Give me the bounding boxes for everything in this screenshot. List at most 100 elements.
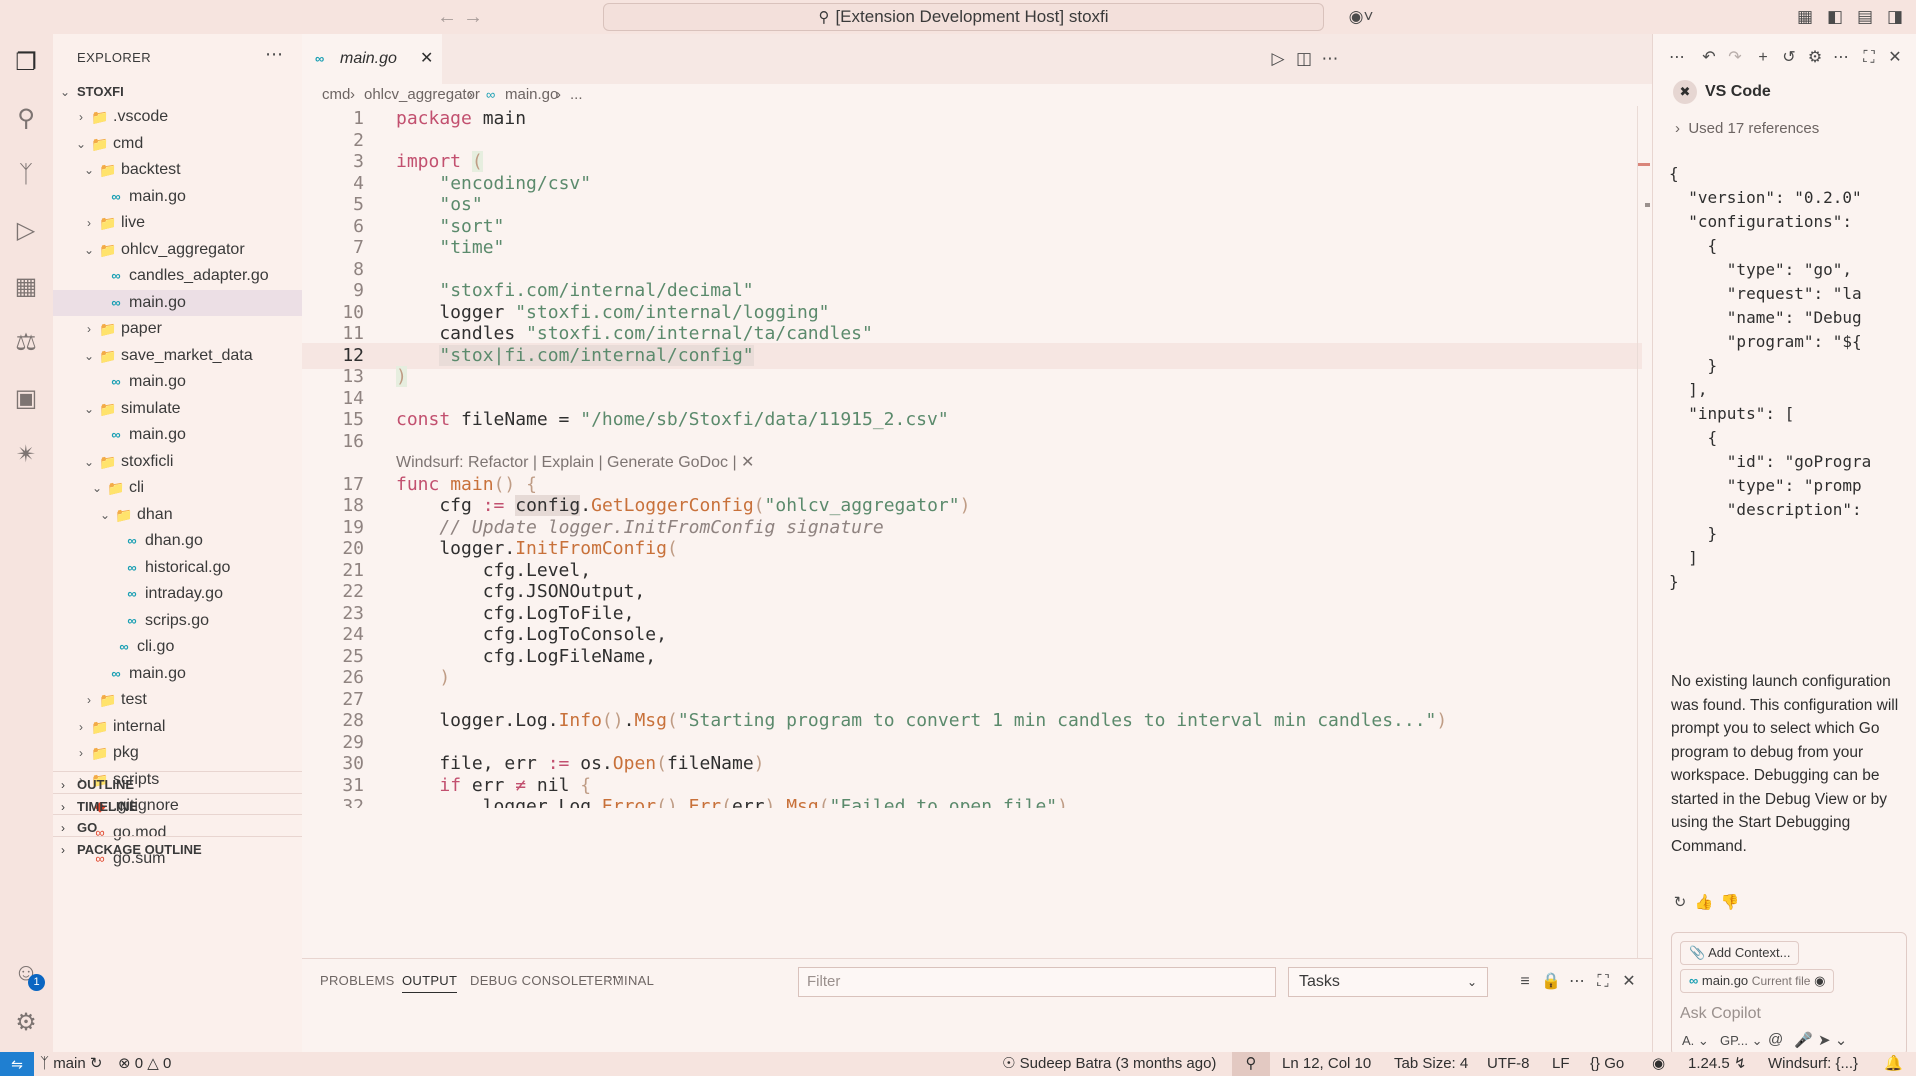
arrow-left-icon[interactable]: ← xyxy=(434,3,460,31)
testing-icon[interactable]: ⚖ xyxy=(7,324,45,362)
tree-file[interactable]: ∞ main.go xyxy=(53,422,302,448)
gear-icon[interactable]: ⚙ xyxy=(7,1004,45,1042)
tree-file[interactable]: ∞ main.go xyxy=(53,184,302,210)
breadcrumb-item[interactable]: ... xyxy=(570,84,583,106)
tree-folder[interactable]: ⌄ 📁 simulate xyxy=(53,396,302,422)
tree-file[interactable]: ∞ main.go xyxy=(53,289,302,316)
breadcrumb-item[interactable]: cmd xyxy=(322,84,350,106)
zoom-icon[interactable]: ⚲ xyxy=(1232,1052,1270,1076)
tree-file[interactable]: ∞ intraday.go xyxy=(53,581,302,607)
tree-folder[interactable]: ⌄ 📁 save_market_data xyxy=(53,343,302,369)
microphone-icon[interactable]: 🎤 xyxy=(1794,1031,1813,1049)
chat-input-box[interactable]: 📎 Add Context... ∞ main.go Current file … xyxy=(1671,932,1907,1052)
tab-main-go[interactable]: ∞ main.go ✕ xyxy=(302,34,442,84)
customize-layout-icon[interactable]: ▦ xyxy=(1792,4,1818,30)
tree-file[interactable]: ∞ dhan.go xyxy=(53,528,302,554)
thumbs-up-icon[interactable]: 👍 xyxy=(1693,892,1715,914)
maximize-panel-icon[interactable]: ⛶ xyxy=(1590,969,1616,995)
git-blame[interactable]: ☉ Sudeep Batra (3 months ago) xyxy=(1002,1052,1216,1076)
thumbs-down-icon[interactable]: 👎 xyxy=(1719,892,1741,914)
tree-folder[interactable]: › 📁 live xyxy=(53,210,302,236)
output-channel-select[interactable]: Tasks ⌄ xyxy=(1288,967,1488,997)
problems-indicator[interactable]: ⊗ 0 △ 0 xyxy=(118,1052,171,1076)
more-actions-icon[interactable]: ⋯ xyxy=(1317,46,1343,72)
history-icon[interactable]: ↺ xyxy=(1777,46,1801,70)
go-version[interactable]: 1.24.5 ↯ xyxy=(1688,1052,1746,1076)
windsurf-status[interactable]: Windsurf: {...} xyxy=(1768,1052,1858,1076)
undo-icon[interactable]: ↶ xyxy=(1697,46,1721,70)
sync-icon[interactable]: ↻ xyxy=(90,1055,103,1072)
encoding[interactable]: UTF-8 xyxy=(1487,1052,1530,1076)
source-control-icon[interactable]: ᛉ xyxy=(7,156,45,194)
explorer-icon[interactable]: ❐ xyxy=(7,44,45,82)
mode-picker[interactable]: A. ⌄ xyxy=(1682,1033,1709,1049)
branch-indicator[interactable]: ᛉ main ↻ xyxy=(40,1052,102,1076)
tree-folder[interactable]: › 📁 paper xyxy=(53,316,302,342)
more-actions-icon[interactable]: ⋯ xyxy=(265,44,283,65)
add-context-button[interactable]: 📎 Add Context... xyxy=(1680,941,1800,965)
eye-icon[interactable]: ◉ xyxy=(1814,973,1825,988)
scrollbar-track[interactable] xyxy=(1637,106,1638,958)
tree-root[interactable]: ⌄ STOXFI xyxy=(53,79,302,105)
tree-file[interactable]: ∞ cli.go xyxy=(53,634,302,660)
tree-file[interactable]: ∞ scrips.go xyxy=(53,608,302,634)
toggle-sidebar-icon[interactable]: ◧ xyxy=(1822,4,1848,30)
code-editor[interactable]: 1 package main 2 3 import ( 4 "encoding/cs… xyxy=(302,106,1652,958)
sidebar-section[interactable]: › PACKAGE OUTLINE xyxy=(53,835,302,862)
more-actions-icon[interactable]: ⋯ xyxy=(1829,46,1853,70)
tree-file[interactable]: ∞ main.go xyxy=(53,661,302,687)
tree-folder[interactable]: ⌄ 📁 backtest xyxy=(53,157,302,183)
scrollbar-thumb[interactable] xyxy=(1645,203,1650,207)
bell-icon[interactable]: 🔔 xyxy=(1884,1052,1903,1076)
end-of-line[interactable]: LF xyxy=(1552,1052,1570,1076)
tree-folder[interactable]: ⌄ 📁 cli xyxy=(53,475,302,501)
tree-folder[interactable]: › 📁 internal xyxy=(53,714,302,740)
tree-file[interactable]: ∞ main.go xyxy=(53,369,302,395)
extensions-icon[interactable]: ▦ xyxy=(7,268,45,306)
arrow-right-icon[interactable]: → xyxy=(460,3,486,31)
more-views-icon[interactable]: ⋯ xyxy=(606,967,622,987)
split-editor-icon[interactable]: ◫ xyxy=(1291,46,1317,72)
used-references-toggle[interactable]: › Used 17 references xyxy=(1675,120,1819,137)
tree-folder[interactable]: › 📁 .vscode xyxy=(53,104,302,130)
remote-explorer-icon[interactable]: ▣ xyxy=(7,380,45,418)
send-icon[interactable]: ➤ ⌄ xyxy=(1818,1031,1847,1049)
toggle-panel-icon[interactable]: ▤ xyxy=(1852,4,1878,30)
retry-icon[interactable]: ↻ xyxy=(1669,892,1691,914)
breadcrumb-item[interactable]: main.go xyxy=(505,84,558,106)
tab-problems[interactable]: PROBLEMS xyxy=(320,973,395,988)
lock-icon[interactable]: 🔒 xyxy=(1538,969,1564,995)
tree-folder[interactable]: ⌄ 📁 dhan xyxy=(53,502,302,528)
tree-folder[interactable]: › 📁 pkg xyxy=(53,740,302,766)
copilot-icon[interactable]: ◉˅ xyxy=(1340,4,1382,30)
tree-folder[interactable]: ⌄ 📁 ohlcv_aggregator xyxy=(53,237,302,263)
cursor-position[interactable]: Ln 12, Col 10 xyxy=(1282,1052,1371,1076)
new-chat-icon[interactable]: + xyxy=(1751,46,1775,70)
remote-indicator-icon[interactable]: ⇋ xyxy=(0,1052,34,1076)
more-actions-icon[interactable]: ⋯ xyxy=(1564,969,1590,995)
tab-output[interactable]: OUTPUT xyxy=(402,973,458,993)
mention-icon[interactable]: @ xyxy=(1768,1031,1783,1048)
chat-input-field[interactable]: Ask Copilot xyxy=(1680,1005,1761,1023)
toggle-secondary-sidebar-icon[interactable]: ◨ xyxy=(1882,4,1908,30)
more-actions-icon[interactable]: ⋯ xyxy=(1665,46,1689,70)
search-icon[interactable]: ⚲ xyxy=(7,100,45,138)
tab-size[interactable]: Tab Size: 4 xyxy=(1394,1052,1468,1076)
tree-file[interactable]: ∞ candles_adapter.go xyxy=(53,263,302,289)
copilot-status-icon[interactable]: ◉ xyxy=(1652,1052,1665,1076)
tree-folder[interactable]: ⌄ 📁 stoxficli xyxy=(53,449,302,475)
tree-file[interactable]: ∞ historical.go xyxy=(53,555,302,581)
close-icon[interactable]: ✕ xyxy=(420,34,433,84)
model-picker[interactable]: GP... ⌄ xyxy=(1720,1033,1762,1049)
run-debug-icon[interactable]: ▷ xyxy=(7,212,45,250)
close-icon[interactable]: ✕ xyxy=(1883,46,1907,70)
tree-folder[interactable]: ⌄ 📁 cmd xyxy=(53,131,302,157)
kubernetes-icon[interactable]: ✴ xyxy=(7,436,45,474)
command-center[interactable]: ⚲ [Extension Development Host] stoxfi xyxy=(603,3,1324,31)
current-file-chip[interactable]: ∞ main.go Current file ◉ xyxy=(1680,969,1835,993)
run-icon[interactable]: ▷ xyxy=(1265,46,1291,72)
redo-icon[interactable]: ↷ xyxy=(1723,46,1747,70)
maximize-icon[interactable]: ⛶ xyxy=(1857,46,1881,70)
tree-folder[interactable]: › 📁 test xyxy=(53,687,302,713)
output-filter-input[interactable]: Filter xyxy=(798,967,1276,997)
